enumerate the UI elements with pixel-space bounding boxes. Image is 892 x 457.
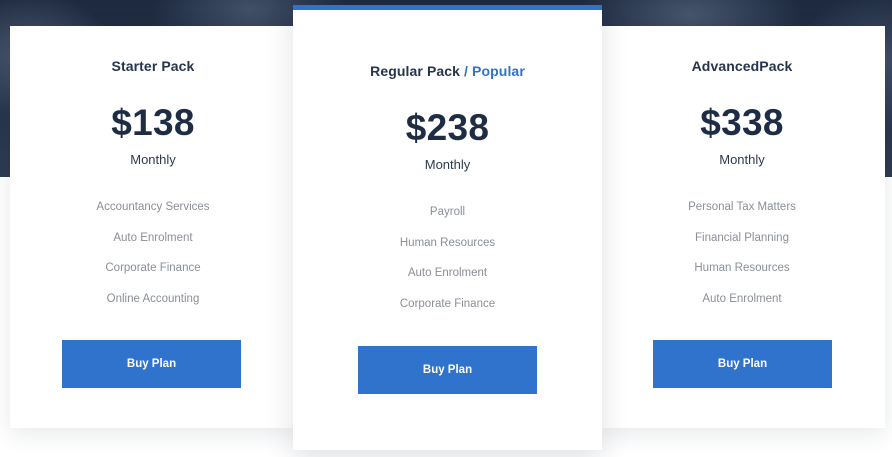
plan-title: AdvancedPack <box>691 58 793 74</box>
feature-item: Personal Tax Matters <box>688 201 796 213</box>
plan-title: Regular Pack / Popular <box>293 63 602 79</box>
feature-item: Corporate Finance <box>399 298 496 311</box>
plan-title-text: Regular Pack <box>370 63 461 79</box>
feature-item: Auto Enrolment <box>407 267 488 280</box>
plan-title: Starter Pack <box>111 58 195 74</box>
feature-item: Accountancy Services <box>96 201 210 213</box>
feature-item: Financial Planning <box>695 231 789 244</box>
feature-list: Accountancy Services Auto Enrolment Corp… <box>10 200 296 323</box>
feature-item: Payroll <box>429 206 466 218</box>
feature-item: Online Accounting <box>106 293 200 306</box>
feature-list: Personal Tax Matters Financial Planning … <box>599 200 885 323</box>
popular-badge: Popular <box>472 63 525 79</box>
feature-item: Human Resources <box>399 236 496 249</box>
plan-price: $238 <box>405 107 490 148</box>
buy-plan-button-starter[interactable]: Buy Plan <box>62 340 241 388</box>
pricing-card-starter: Starter Pack $138 Monthly Accountancy Se… <box>10 26 296 428</box>
plan-period: Monthly <box>424 157 471 172</box>
title-separator: / <box>464 63 469 79</box>
feature-list: Payroll Human Resources Auto Enrolment C… <box>293 205 602 328</box>
pricing-card-advanced: AdvancedPack $338 Monthly Personal Tax M… <box>599 26 885 428</box>
plan-price: $338 <box>700 102 784 143</box>
buy-plan-button-advanced[interactable]: Buy Plan <box>653 340 832 388</box>
feature-item: Human Resources <box>694 262 790 275</box>
feature-item: Auto Enrolment <box>113 231 193 244</box>
plan-period: Monthly <box>130 152 176 167</box>
feature-item: Auto Enrolment <box>702 293 782 306</box>
plan-price: $138 <box>111 102 195 143</box>
pricing-card-regular: Regular Pack / Popular $238 Monthly Payr… <box>293 5 602 450</box>
pricing-section: Starter Pack $138 Monthly Accountancy Se… <box>0 0 892 457</box>
feature-item: Corporate Finance <box>105 262 201 275</box>
buy-plan-button-regular[interactable]: Buy Plan <box>358 346 537 394</box>
plan-period: Monthly <box>719 152 765 167</box>
